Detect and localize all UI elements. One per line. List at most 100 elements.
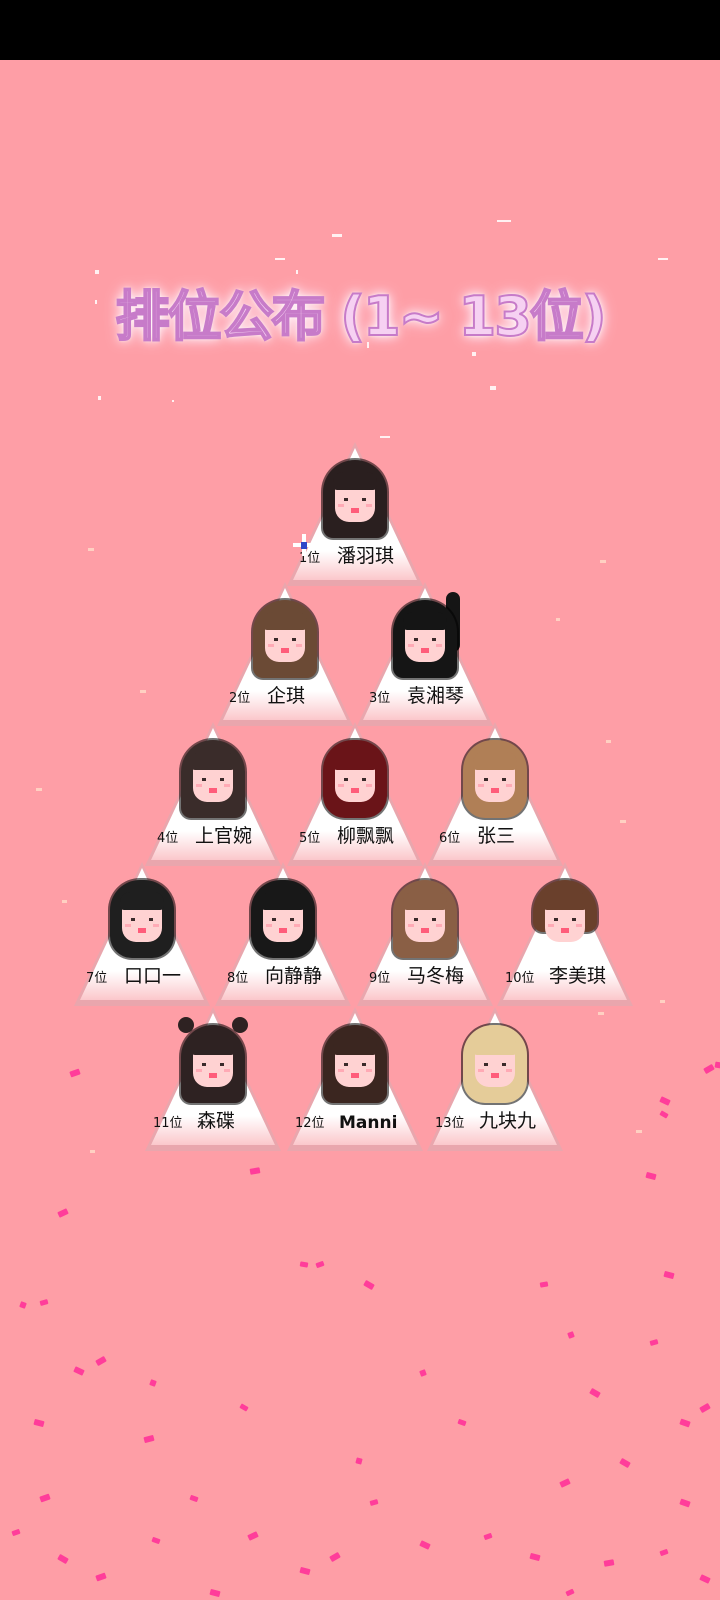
ranking-card: 11位 森碟 <box>143 1005 283 1153</box>
confetti-piece <box>57 1553 69 1565</box>
confetti-piece <box>703 1063 715 1075</box>
confetti-piece <box>39 1299 49 1306</box>
confetti-piece <box>659 1548 669 1557</box>
pixel-girl-avatar-icon <box>320 740 390 820</box>
player-name: 向静静 <box>265 965 323 987</box>
confetti-piece <box>57 1208 69 1218</box>
ranking-card: 1位 潘羽琪 <box>285 440 425 588</box>
pixel-girl-avatar-icon <box>320 1025 390 1105</box>
confetti-piece <box>659 1110 669 1119</box>
rank-label: 9位 <box>369 971 391 986</box>
player-name: 袁湘琴 <box>407 685 465 707</box>
status-bar <box>0 0 720 60</box>
confetti-piece <box>483 1532 493 1541</box>
peach-speck <box>88 548 94 551</box>
white-speck <box>658 258 668 260</box>
confetti-piece <box>369 1499 379 1506</box>
player-name: Manni <box>339 1113 398 1133</box>
confetti-piece <box>19 1301 27 1309</box>
player-name: 李美琪 <box>549 965 607 987</box>
confetti-piece <box>567 1331 575 1339</box>
player-name: 柳飘飘 <box>337 825 395 847</box>
peach-speck <box>606 740 611 743</box>
ranking-card: 12位 Manni <box>285 1005 425 1153</box>
pixel-girl-avatar-icon <box>320 460 390 540</box>
confetti-piece <box>73 1366 85 1376</box>
confetti-piece <box>603 1559 615 1567</box>
confetti-piece <box>589 1387 601 1399</box>
peach-speck <box>636 1130 642 1133</box>
rank-label: 11位 <box>153 1116 183 1131</box>
confetti-piece <box>239 1403 249 1412</box>
confetti-piece <box>11 1528 21 1537</box>
pixel-girl-avatar-icon <box>460 1025 530 1105</box>
rank-label: 4位 <box>157 831 179 846</box>
confetti-piece <box>419 1540 431 1550</box>
player-name: 马冬梅 <box>407 965 465 987</box>
white-speck <box>490 386 496 390</box>
confetti-piece <box>189 1494 199 1503</box>
ranking-card: 4位 上官婉 <box>143 720 283 868</box>
rank-label: 13位 <box>435 1116 465 1131</box>
confetti-piece <box>679 1498 691 1508</box>
confetti-piece <box>33 1418 45 1428</box>
ranking-card: 7位 口口一 <box>72 860 212 1008</box>
player-name: 企琪 <box>267 685 306 707</box>
confetti-piece <box>714 1061 720 1069</box>
white-speck <box>98 396 101 400</box>
confetti-piece <box>299 1566 311 1576</box>
confetti-piece <box>355 1457 363 1465</box>
pixel-girl-avatar-icon <box>390 880 460 960</box>
confetti-piece <box>565 1588 575 1597</box>
player-name: 张三 <box>477 825 516 847</box>
pixel-girl-avatar-icon <box>250 600 320 680</box>
pixel-girl-avatar-icon <box>107 880 177 960</box>
confetti-piece <box>619 1457 631 1469</box>
confetti-piece <box>249 1167 261 1175</box>
pixel-girl-avatar-icon <box>460 740 530 820</box>
rank-label: 6位 <box>439 831 461 846</box>
confetti-piece <box>329 1551 341 1563</box>
confetti-piece <box>69 1068 81 1078</box>
confetti-piece <box>247 1531 259 1541</box>
peach-speck <box>598 1012 604 1015</box>
confetti-piece <box>143 1434 155 1444</box>
pixel-girl-avatar-icon <box>530 880 600 960</box>
confetti-piece <box>559 1478 571 1488</box>
confetti-piece <box>663 1270 675 1280</box>
pixel-girl-avatar-icon <box>390 592 460 680</box>
rank-label: 8位 <box>227 971 249 986</box>
sparkle-cursor-icon <box>293 534 315 556</box>
ranking-card: 8位 向静静 <box>213 860 353 1008</box>
confetti-piece <box>209 1588 221 1598</box>
white-speck <box>332 234 342 237</box>
peach-speck <box>62 900 67 903</box>
peach-speck <box>556 618 560 621</box>
peach-speck <box>620 820 626 823</box>
rank-label: 12位 <box>295 1116 325 1131</box>
rank-label: 10位 <box>505 971 535 986</box>
ranking-card: 6位 张三 <box>425 720 565 868</box>
peach-speck <box>140 690 146 693</box>
confetti-piece <box>649 1339 659 1346</box>
peach-speck <box>600 560 606 563</box>
ranking-card: 5位 柳飘飘 <box>285 720 425 868</box>
confetti-piece <box>149 1379 157 1387</box>
confetti-piece <box>539 1281 549 1288</box>
pixel-girl-avatar-icon <box>178 740 248 820</box>
white-speck <box>275 258 285 260</box>
page-title: 排位公布 (1~ 13位) <box>115 284 608 349</box>
confetti-piece <box>315 1260 325 1269</box>
confetti-piece <box>457 1418 467 1427</box>
player-name: 九块九 <box>479 1110 537 1132</box>
confetti-piece <box>659 1096 671 1106</box>
peach-speck <box>90 1150 95 1153</box>
confetti-piece <box>529 1552 541 1562</box>
rank-label: 2位 <box>229 691 251 706</box>
peach-speck <box>660 1000 665 1003</box>
confetti-piece <box>645 1171 657 1181</box>
rank-label: 3位 <box>369 691 391 706</box>
white-speck <box>380 436 390 438</box>
ranking-card: 9位 马冬梅 <box>355 860 495 1008</box>
pixel-girl-avatar-icon <box>248 880 318 960</box>
